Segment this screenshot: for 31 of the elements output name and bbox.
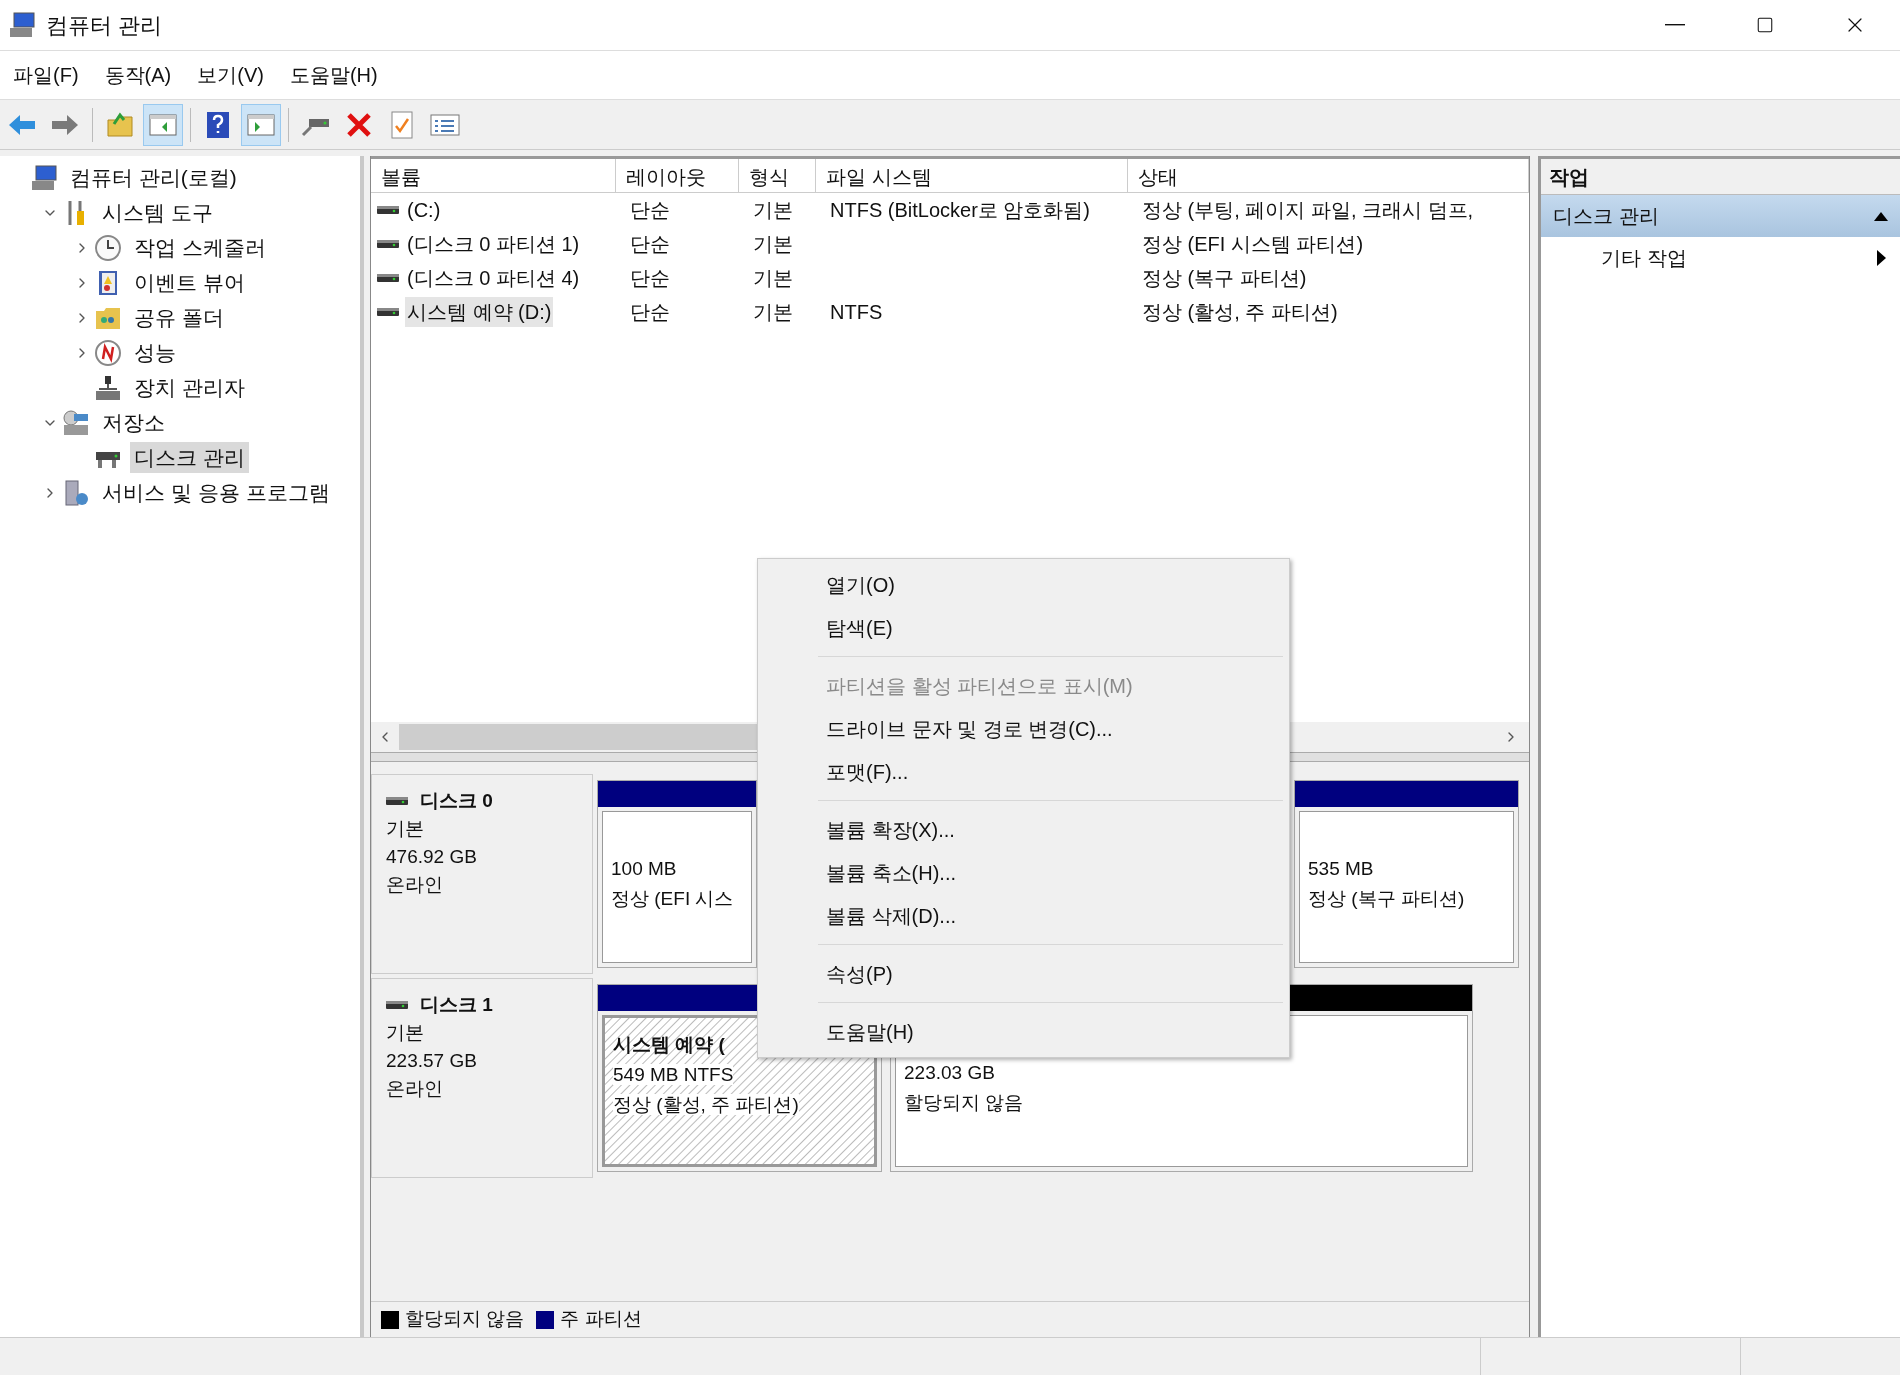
disk-name: 디스크 0 [420, 789, 493, 813]
window-title: 컴퓨터 관리 [46, 11, 163, 40]
partition-text: 할당되지 않음 [904, 1091, 1025, 1115]
table-cell-text: 정상 (부팅, 페이지 파일, 크래시 덤프, [1141, 198, 1475, 223]
table-cell-text: 정상 (EFI 시스템 파티션) [1141, 232, 1365, 257]
actions-title: 작업 [1541, 159, 1900, 195]
legend-label: 할당되지 않음 [405, 1307, 525, 1332]
table-cell-text: 단순 [629, 198, 671, 223]
table-cell-text: 단순 [629, 232, 671, 257]
disk-status: 온라인 [386, 1077, 444, 1101]
table-cell-text: 기본 [752, 198, 794, 223]
partition-text: 정상 (복구 파티션) [1308, 887, 1466, 911]
table-cell-text: NTFS [829, 300, 884, 325]
legend-label: 주 파티션 [560, 1307, 642, 1332]
table-cell-text: 기본 [752, 266, 794, 291]
disk-type: 기본 [386, 817, 425, 841]
partition-text: 정상 (EFI 시스 [611, 887, 735, 911]
partition-text: 549 MB NTFS [613, 1063, 735, 1087]
disk-name: 디스크 1 [420, 993, 493, 1017]
table-cell-text: 기본 [752, 232, 794, 257]
table-cell-text: 단순 [629, 300, 671, 325]
disk-size: 476.92 GB [386, 845, 478, 869]
table-cell-text: 정상 (활성, 주 파티션) [1141, 300, 1339, 325]
disk-type: 기본 [386, 1021, 425, 1045]
table-cell-text: 단순 [629, 266, 671, 291]
table-cell-text: 정상 (복구 파티션) [1141, 266, 1308, 291]
table-cell-text: 기본 [752, 300, 794, 325]
table-cell-text: NTFS (BitLocker로 암호화됨) [829, 198, 1092, 223]
disk-size: 223.57 GB [386, 1049, 478, 1073]
disk-status: 온라인 [386, 873, 444, 897]
partition-text: 정상 (활성, 주 파티션) [613, 1093, 800, 1117]
